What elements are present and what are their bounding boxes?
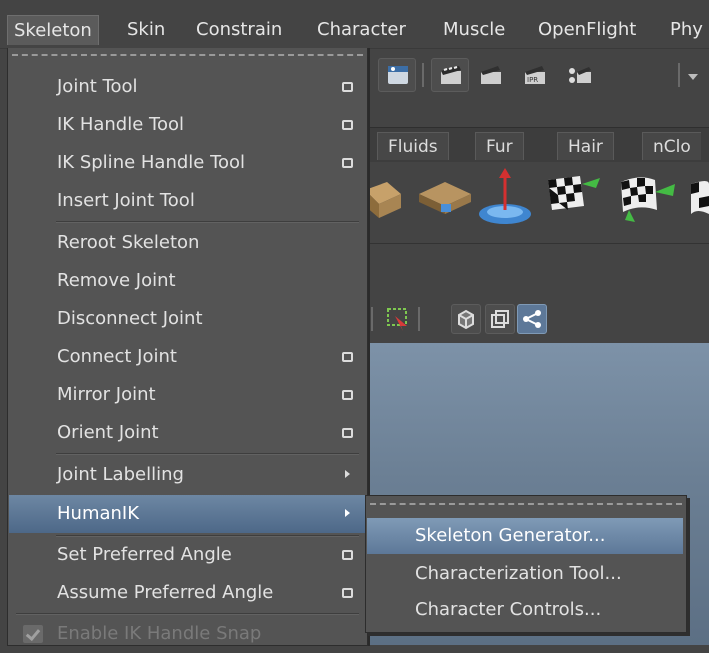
menu-item-reroot-skeleton[interactable]: Reroot Skeleton bbox=[9, 224, 365, 262]
partial-shelf-icon[interactable] bbox=[687, 174, 709, 224]
menu-item-label: Characterization Tool... bbox=[415, 563, 622, 584]
menu-item-mirror-joint[interactable]: Mirror Joint bbox=[9, 376, 365, 414]
menu-constrain[interactable]: Constrain bbox=[196, 15, 282, 45]
separator bbox=[421, 60, 425, 90]
menu-item-assume-preferred-angle[interactable]: Assume Preferred Angle bbox=[9, 574, 365, 612]
option-box-icon[interactable] bbox=[342, 390, 353, 400]
wireframe-cube-icon[interactable] bbox=[451, 304, 481, 334]
shelf-icons bbox=[365, 162, 709, 242]
menu-item-label: Mirror Joint bbox=[57, 384, 156, 405]
menu-item-humanik[interactable]: HumanIK bbox=[9, 495, 365, 533]
svg-text:IPR: IPR bbox=[527, 76, 538, 84]
isolate-select-icon[interactable] bbox=[485, 304, 515, 334]
menu-item-label: Assume Preferred Angle bbox=[57, 582, 274, 603]
menu-skin[interactable]: Skin bbox=[127, 15, 165, 45]
separator bbox=[370, 304, 374, 334]
menu-item-label: IK Handle Tool bbox=[57, 114, 184, 135]
menu-item-joint-labelling[interactable]: Joint Labelling bbox=[9, 456, 365, 494]
option-box-icon[interactable] bbox=[342, 120, 353, 130]
ipr-render-icon[interactable] bbox=[471, 58, 509, 92]
menu-item-label: Set Preferred Angle bbox=[57, 544, 232, 565]
status-line: IPR bbox=[365, 50, 709, 112]
menu-character[interactable]: Character bbox=[317, 15, 406, 45]
menu-item-label: Enable IK Handle Snap bbox=[57, 623, 262, 644]
tab-hair[interactable]: Hair bbox=[557, 132, 614, 160]
menu-item-remove-joint[interactable]: Remove Joint bbox=[9, 262, 365, 300]
menu-item-label: Connect Joint bbox=[57, 346, 177, 367]
submenu-arrow-icon bbox=[345, 509, 350, 517]
menu-item-ik-spline-handle-tool[interactable]: IK Spline Handle Tool bbox=[9, 144, 365, 182]
tab-fluids[interactable]: Fluids bbox=[377, 132, 449, 160]
menu-item-label: Skeleton Generator... bbox=[415, 525, 606, 546]
menu-item-label: Remove Joint bbox=[57, 270, 176, 291]
chevron-down-icon[interactable] bbox=[688, 74, 698, 80]
option-box-icon[interactable] bbox=[342, 428, 353, 438]
render-current-frame-icon[interactable] bbox=[431, 58, 469, 92]
fluid-container-icon[interactable] bbox=[365, 174, 405, 224]
checker-cloth-icon[interactable] bbox=[615, 170, 685, 230]
menu-item-label: Joint Tool bbox=[57, 76, 138, 97]
menu-item-label: Disconnect Joint bbox=[57, 308, 203, 329]
submenu-arrow-icon bbox=[345, 470, 350, 478]
render-settings-icon[interactable] bbox=[560, 58, 598, 92]
select-camera-icon[interactable] bbox=[385, 306, 411, 332]
shelf-tabs: Fluids Fur Hair nClo bbox=[365, 127, 709, 163]
menu-item-skeleton-generator[interactable]: Skeleton Generator... bbox=[367, 518, 683, 554]
menu-divider bbox=[56, 453, 359, 455]
xray-joints-icon[interactable] bbox=[517, 304, 547, 334]
checker-flag-icon[interactable] bbox=[540, 170, 610, 230]
menu-item-connect-joint[interactable]: Connect Joint bbox=[9, 338, 365, 376]
tab-fur[interactable]: Fur bbox=[475, 132, 524, 160]
menu-physics[interactable]: Phy bbox=[670, 15, 703, 45]
main-menubar: Skeleton Skin Constrain Character Muscle… bbox=[0, 0, 709, 49]
option-box-icon[interactable] bbox=[342, 588, 353, 598]
option-box-icon[interactable] bbox=[342, 82, 353, 92]
ocean-icon[interactable] bbox=[475, 162, 535, 232]
separator bbox=[677, 60, 681, 90]
separator bbox=[417, 304, 421, 334]
option-box-icon[interactable] bbox=[342, 550, 353, 560]
menu-item-ik-handle-tool[interactable]: IK Handle Tool bbox=[9, 106, 365, 144]
menu-item-label: IK Spline Handle Tool bbox=[57, 152, 246, 173]
menu-item-orient-joint[interactable]: Orient Joint bbox=[9, 414, 365, 452]
ipr-icon[interactable]: IPR bbox=[515, 58, 553, 92]
humanik-submenu: Skeleton Generator... Characterization T… bbox=[365, 495, 687, 633]
skeleton-menu: Joint Tool IK Handle Tool IK Spline Hand… bbox=[7, 48, 368, 646]
menu-item-label: Joint Labelling bbox=[57, 464, 184, 485]
menu-item-label: Insert Joint Tool bbox=[57, 190, 195, 211]
menu-muscle[interactable]: Muscle bbox=[443, 15, 505, 45]
tear-off-line[interactable] bbox=[370, 503, 682, 505]
panel-toolbar bbox=[365, 243, 709, 342]
render-view-icon[interactable] bbox=[378, 58, 416, 92]
tear-off-line[interactable] bbox=[12, 54, 363, 56]
option-box-icon[interactable] bbox=[342, 158, 353, 168]
menu-item-character-controls[interactable]: Character Controls... bbox=[367, 592, 683, 628]
menu-divider bbox=[56, 221, 359, 223]
menu-item-label: Orient Joint bbox=[57, 422, 159, 443]
option-box-icon[interactable] bbox=[342, 352, 353, 362]
menu-item-characterization-tool[interactable]: Characterization Tool... bbox=[367, 556, 683, 592]
checkbox-checked-icon[interactable] bbox=[23, 625, 43, 643]
menu-item-disconnect-joint[interactable]: Disconnect Joint bbox=[9, 300, 365, 338]
menu-item-insert-joint-tool[interactable]: Insert Joint Tool bbox=[9, 182, 365, 220]
menu-skeleton[interactable]: Skeleton bbox=[7, 15, 99, 45]
menu-openflight[interactable]: OpenFlight bbox=[538, 15, 636, 45]
menu-item-joint-tool[interactable]: Joint Tool bbox=[9, 68, 365, 106]
menu-item-enable-ik-handle-snap[interactable]: Enable IK Handle Snap bbox=[9, 615, 365, 653]
fluid-emitter-icon[interactable] bbox=[415, 174, 475, 222]
menu-item-label: Character Controls... bbox=[415, 599, 602, 620]
menu-item-label: HumanIK bbox=[57, 503, 140, 524]
tab-ncloth[interactable]: nClo bbox=[642, 132, 701, 160]
menu-item-label: Reroot Skeleton bbox=[57, 232, 200, 253]
menu-item-set-preferred-angle[interactable]: Set Preferred Angle bbox=[9, 536, 365, 574]
